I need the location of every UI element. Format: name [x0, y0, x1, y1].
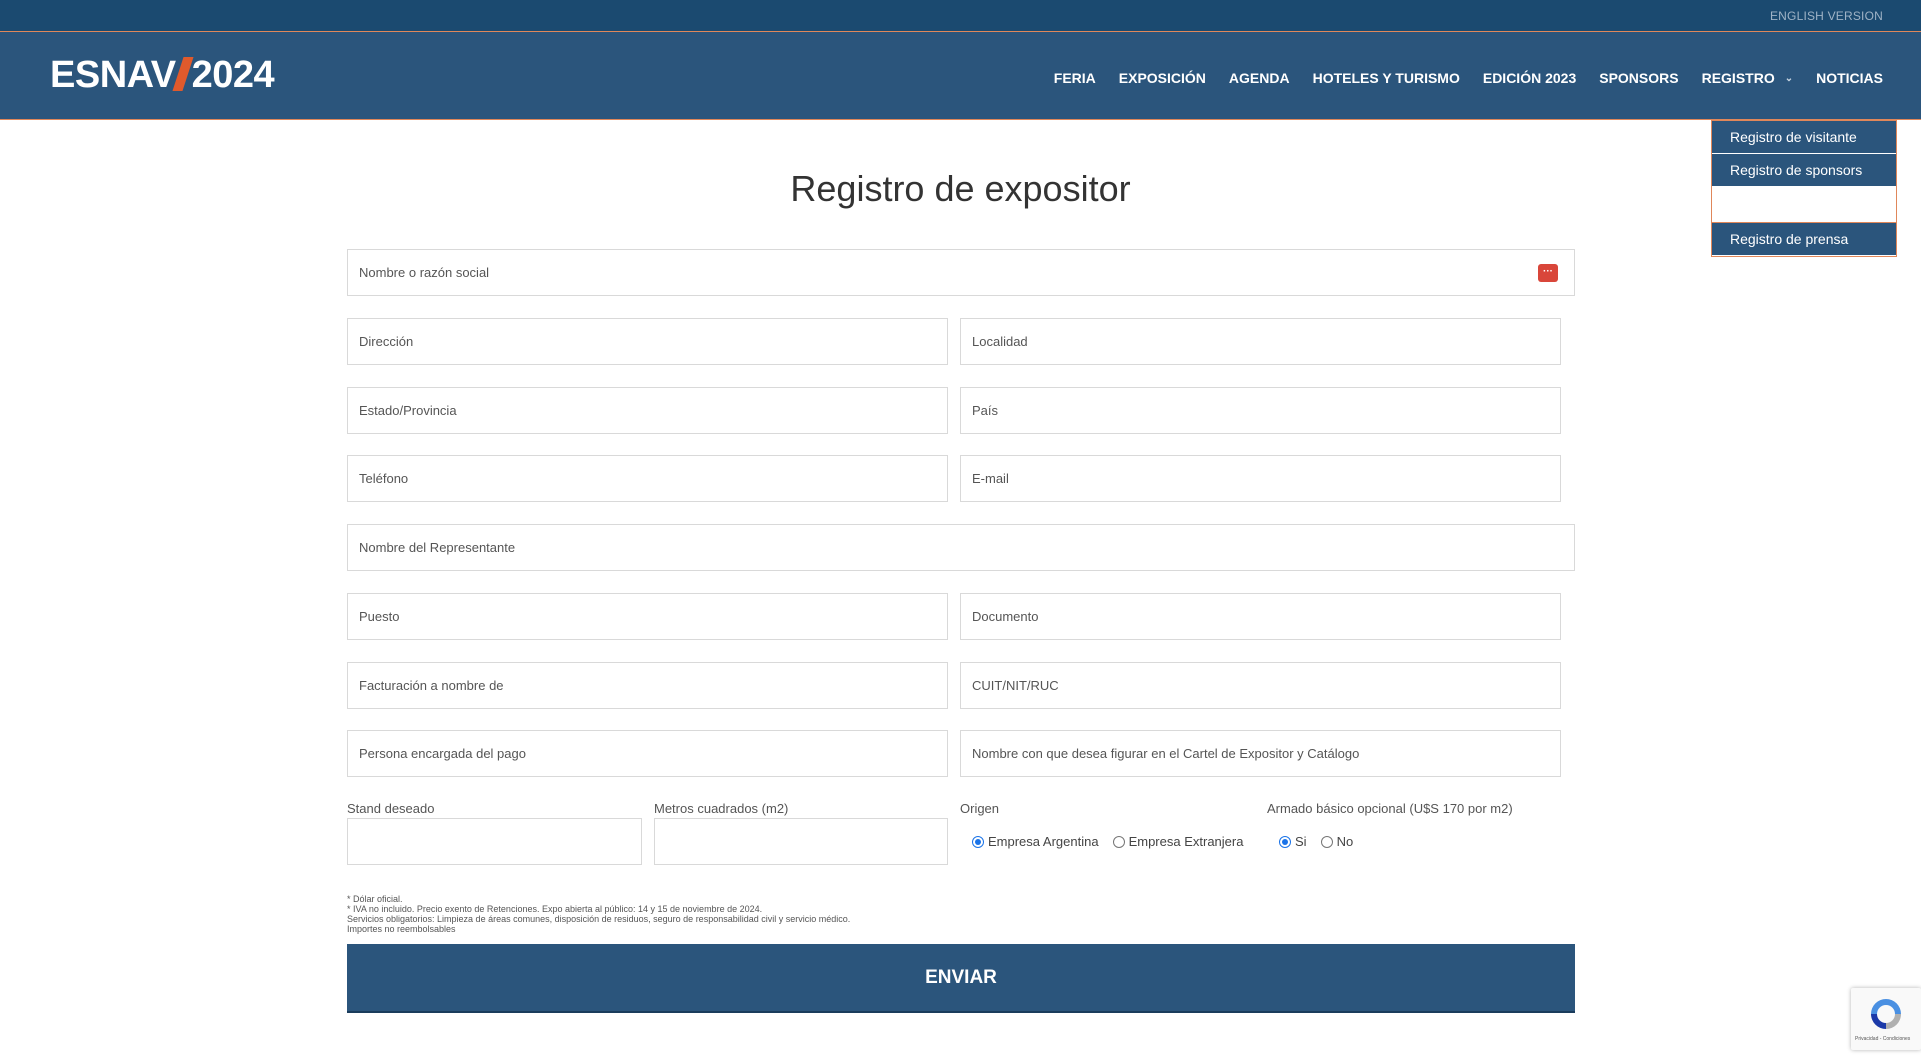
dropdown-registro-prensa[interactable]: Registro de prensa [1712, 223, 1896, 256]
recaptcha-icon [1871, 999, 1901, 1029]
facturacion-placeholder: Facturación a nombre de [359, 678, 504, 693]
facturacion-field[interactable]: Facturación a nombre de [347, 662, 948, 709]
localidad-placeholder: Localidad [972, 334, 1028, 349]
radio-selected-icon[interactable] [972, 835, 984, 848]
nav-feria[interactable]: FERIA [1054, 70, 1096, 86]
cuit-field[interactable]: CUIT/NIT/RUC [960, 662, 1561, 709]
pago-placeholder: Persona encargada del pago [359, 746, 526, 761]
password-manager-icon[interactable]: ··· [1538, 264, 1558, 282]
nav-agenda[interactable]: AGENDA [1229, 70, 1290, 86]
form-notes: * Dólar oficial. * IVA no incluido. Prec… [347, 894, 850, 934]
radio-selected-icon[interactable] [1279, 835, 1291, 848]
nav-sponsors[interactable]: SPONSORS [1599, 70, 1678, 86]
armado-option-no[interactable]: No [1320, 834, 1354, 849]
note-line: Servicios obligatorios: Limpieza de área… [347, 914, 851, 924]
top-bar: ENGLISH VERSION [0, 0, 1921, 32]
cuit-placeholder: CUIT/NIT/RUC [972, 678, 1059, 693]
armado-label: Armado básico opcional (U$S 170 por m2) [1267, 801, 1513, 816]
note-line: * Dólar oficial. [347, 894, 403, 904]
direccion-field[interactable]: Dirección [347, 318, 948, 365]
recaptcha-badge[interactable]: Privacidad - Condiciones [1851, 988, 1921, 1050]
origen-option-argentina[interactable]: Empresa Argentina [972, 834, 1099, 849]
origen-radio-group: Empresa Argentina Empresa Extranjera [972, 834, 1257, 849]
name-placeholder: Nombre o razón social [359, 265, 490, 280]
name-field[interactable]: Nombre o razón social ··· [347, 249, 1575, 296]
representante-field[interactable]: Nombre del Representante [347, 524, 1575, 571]
pago-field[interactable]: Persona encargada del pago [347, 730, 948, 777]
site-header: ESNAV 2024 FERIA EXPOSICIÓN AGENDA HOTELE… [0, 32, 1921, 120]
armado-option-si-label: Si [1295, 834, 1307, 849]
metros-label: Metros cuadrados (m2) [654, 801, 789, 816]
stand-label: Stand deseado [347, 801, 435, 816]
estado-placeholder: Estado/Provincia [359, 403, 457, 418]
radio-unselected-icon[interactable] [1320, 835, 1333, 848]
note-line: * IVA no incluido. Precio exento de Rete… [347, 904, 763, 914]
cartel-field[interactable]: Nombre con que desea figurar en el Carte… [960, 730, 1561, 777]
page-title: Registro de expositor [790, 168, 1131, 209]
stand-input[interactable] [347, 818, 642, 865]
nav-exposicion[interactable]: EXPOSICIÓN [1119, 70, 1206, 86]
submit-button[interactable]: ENVIAR [347, 944, 1575, 1013]
origen-option-extranjera-label: Empresa Extranjera [1128, 834, 1244, 849]
cartel-placeholder: Nombre con que desea figurar en el Carte… [972, 746, 1360, 761]
telefono-placeholder: Teléfono [359, 471, 409, 486]
dropdown-registro-visitante[interactable]: Registro de visitante [1712, 121, 1896, 154]
telefono-field[interactable]: Teléfono [347, 455, 948, 502]
armado-option-si[interactable]: Si [1279, 834, 1307, 849]
email-placeholder: E-mail [972, 471, 1009, 486]
site-logo[interactable]: ESNAV 2024 [50, 54, 275, 97]
origen-option-argentina-label: Empresa Argentina [988, 834, 1099, 849]
armado-option-no-label: No [1336, 834, 1354, 849]
puesto-field[interactable]: Puesto [347, 593, 948, 640]
main-nav: FERIA EXPOSICIÓN AGENDA HOTELES Y TURISM… [1031, 70, 1883, 86]
nav-registro-label: REGISTRO [1701, 70, 1775, 86]
armado-radio-group: Si No [1279, 834, 1367, 849]
documento-field[interactable]: Documento [960, 593, 1561, 640]
radio-unselected-icon[interactable] [1112, 835, 1125, 848]
nav-noticias[interactable]: NOTICIAS [1816, 70, 1883, 86]
chevron-down-icon: ⌄ [1784, 72, 1794, 84]
note-line: Importes no reembolsables [347, 924, 456, 934]
email-field[interactable]: E-mail [960, 455, 1561, 502]
nav-registro[interactable]: REGISTRO ⌄ [1702, 70, 1794, 86]
logo-text-left: ESNAV [50, 54, 176, 96]
representante-placeholder: Nombre del Representante [359, 540, 516, 555]
estado-field[interactable]: Estado/Provincia [347, 387, 948, 434]
pais-placeholder: País [972, 403, 999, 418]
puesto-placeholder: Puesto [359, 609, 400, 624]
origen-option-extranjera[interactable]: Empresa Extranjera [1112, 834, 1244, 849]
pais-field[interactable]: País [960, 387, 1561, 434]
english-version-link[interactable]: ENGLISH VERSION [1770, 9, 1883, 23]
recaptcha-terms[interactable]: Privacidad - Condiciones [1855, 1036, 1910, 1042]
nav-edicion-2023[interactable]: EDICIÓN 2023 [1483, 70, 1576, 86]
metros-input[interactable] [654, 818, 948, 865]
direccion-placeholder: Dirección [359, 334, 414, 349]
nav-hoteles[interactable]: HOTELES Y TURISMO [1313, 70, 1460, 86]
documento-placeholder: Documento [972, 609, 1039, 624]
origen-label: Origen [960, 801, 1000, 816]
localidad-field[interactable]: Localidad [960, 318, 1561, 365]
logo-text-right: 2024 [191, 54, 275, 96]
